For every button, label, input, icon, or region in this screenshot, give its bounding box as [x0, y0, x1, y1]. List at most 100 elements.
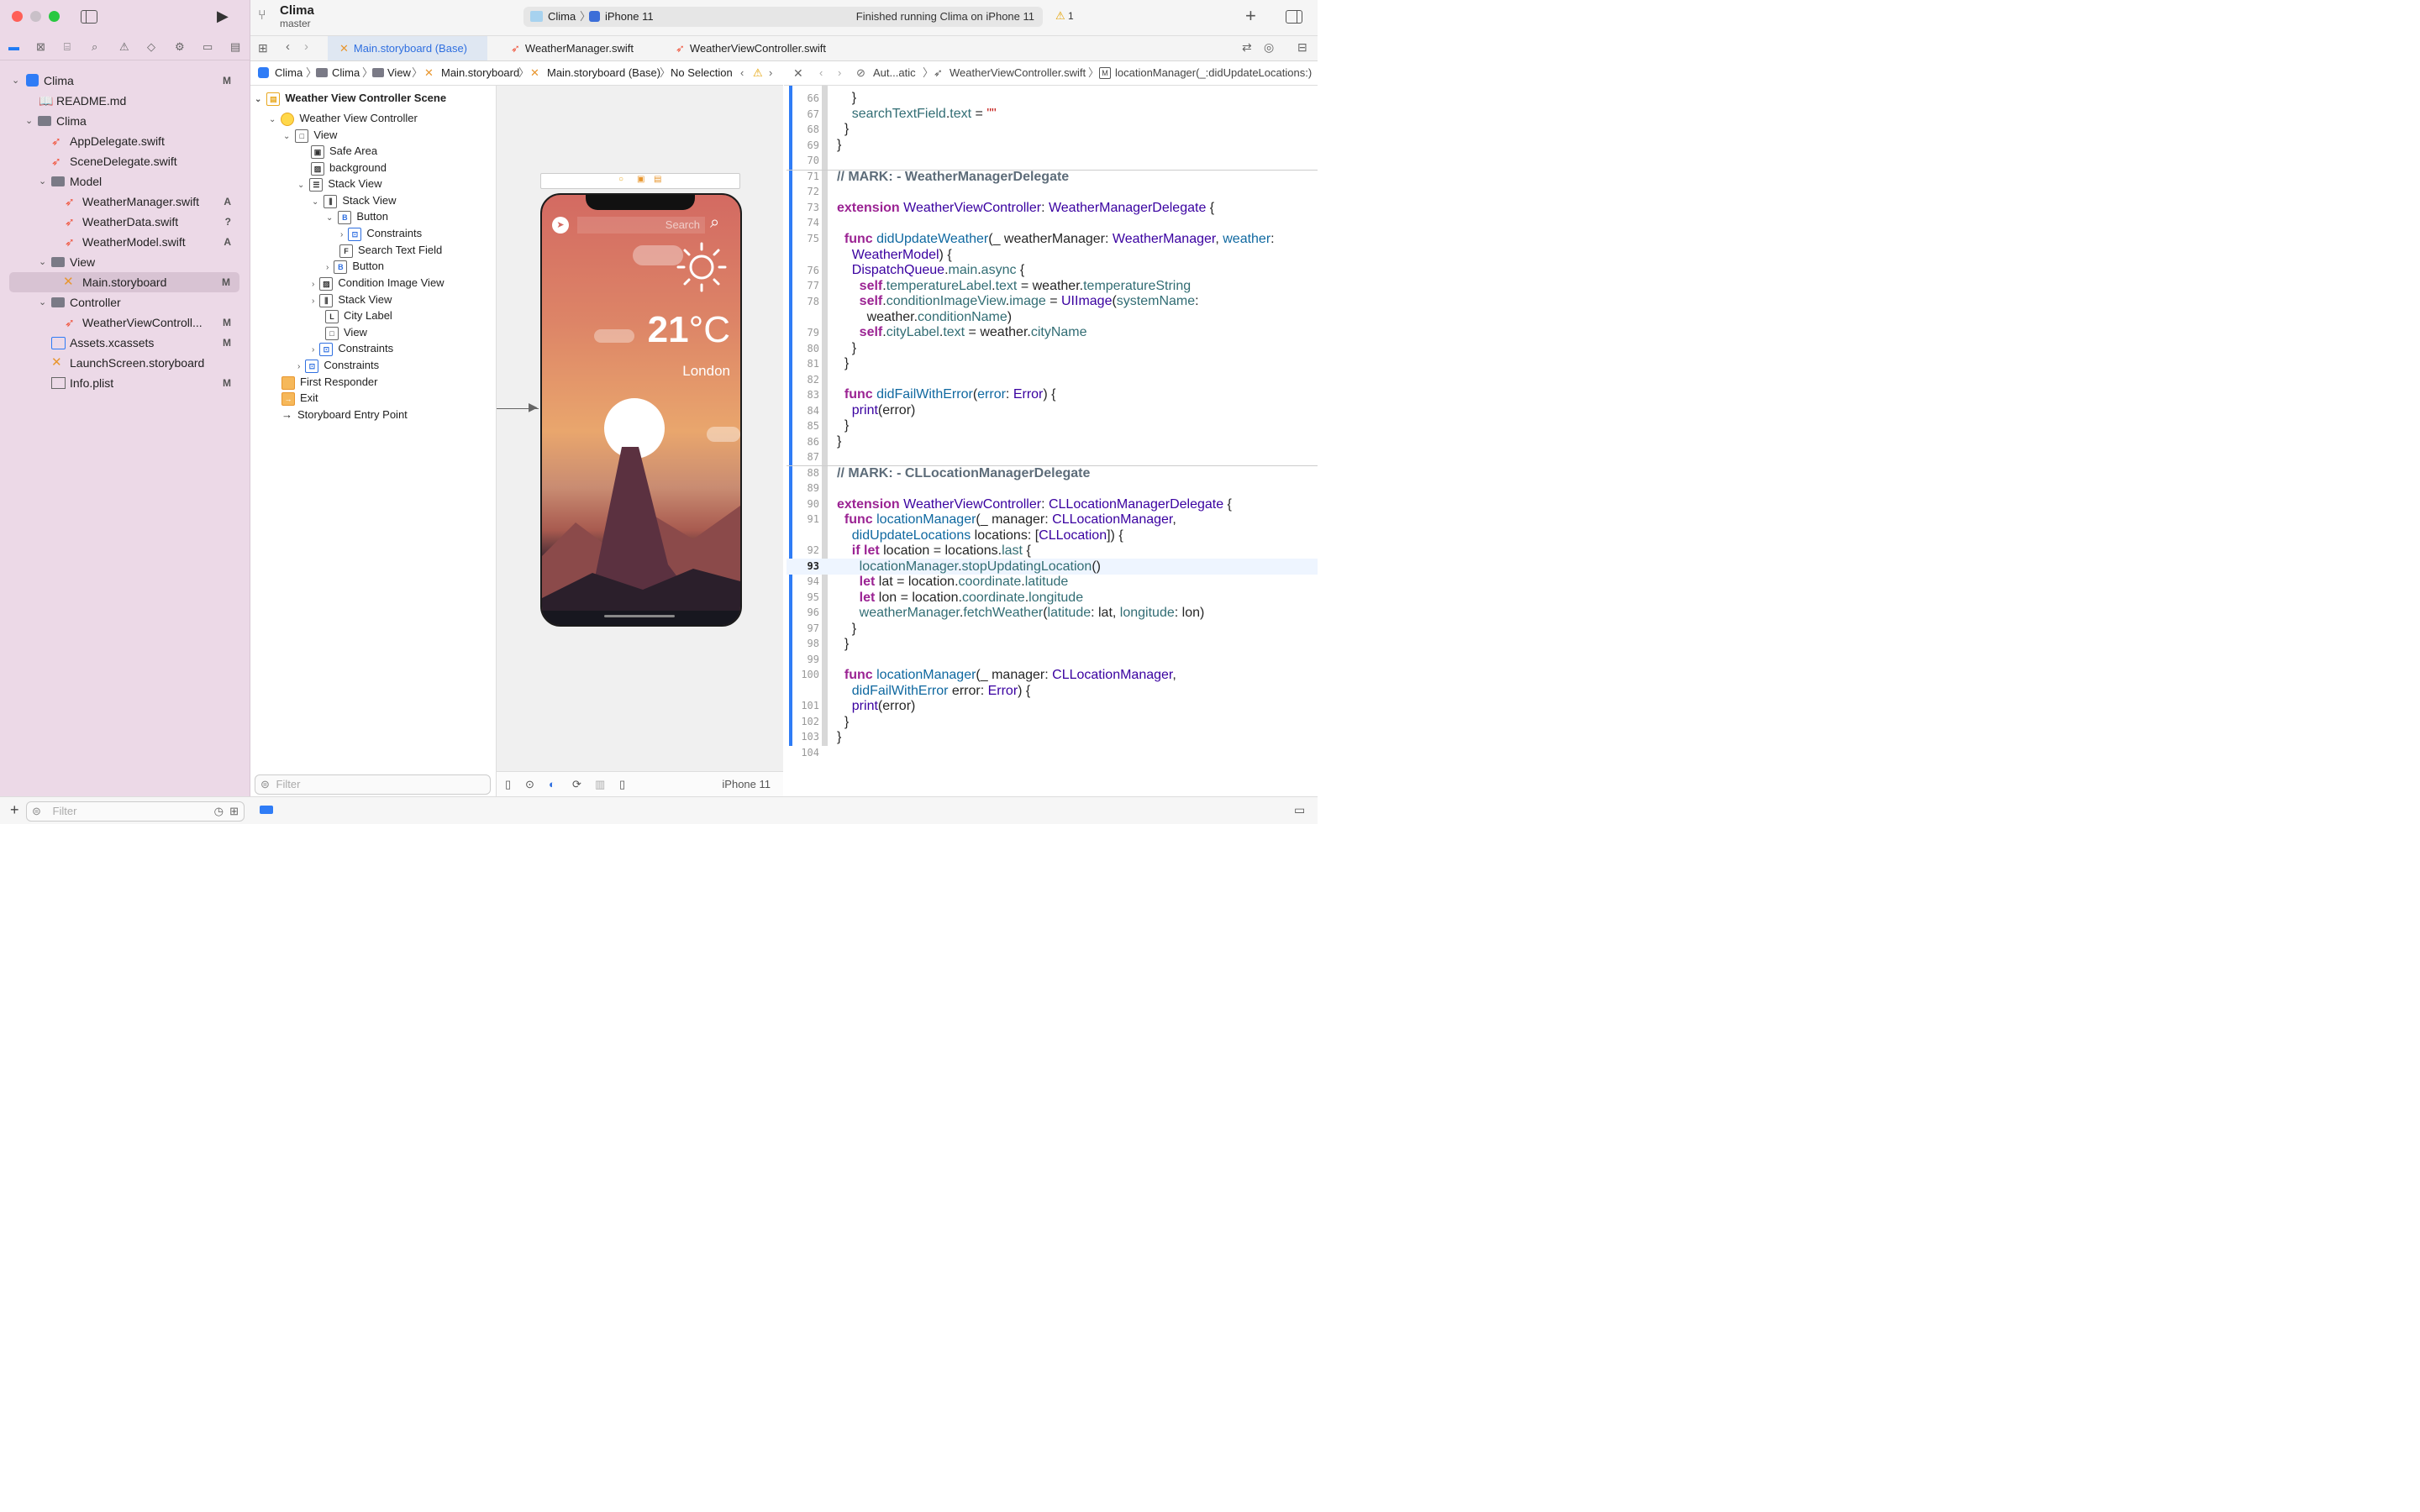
scene-dock[interactable]: ○ ▣ ▤: [540, 173, 740, 189]
next-issue-icon[interactable]: ›: [769, 61, 772, 85]
add-icon[interactable]: +: [1245, 5, 1256, 27]
outline-item-scene[interactable]: ⌄ ▤ Weather View Controller Scene: [255, 90, 446, 107]
destination-selector[interactable]: iPhone 11: [605, 7, 654, 27]
exit-dock-icon[interactable]: ▤: [654, 175, 661, 184]
grid-icon[interactable]: ⊞: [258, 41, 268, 55]
nav-item-weatherdata[interactable]: ➶ WeatherData.swift ?: [0, 212, 250, 232]
breadcrumb[interactable]: Clima: [332, 61, 360, 85]
prev-issue-icon[interactable]: ‹: [740, 61, 744, 85]
forward-icon[interactable]: ›: [838, 61, 841, 85]
close-icon[interactable]: ✕: [793, 61, 803, 85]
accessibility-icon[interactable]: ⊙: [525, 772, 534, 797]
nav-item-view-group[interactable]: ⌄ View: [0, 252, 250, 272]
nav-item-model-group[interactable]: ⌄ Model: [0, 171, 250, 192]
outline-item-button[interactable]: ⌄ B Button: [326, 208, 388, 225]
outline-item-stack-view-inner[interactable]: ⌄ ⫼ Stack View: [312, 192, 396, 209]
search-icon[interactable]: ⌕: [92, 40, 97, 54]
report-icon[interactable]: ▤: [230, 40, 240, 54]
back-icon[interactable]: ‹: [286, 39, 290, 54]
outline-filter-field[interactable]: ⊜ Filter: [255, 774, 491, 795]
source-control-icon[interactable]: ⊠: [36, 40, 45, 54]
nav-item-appdelegate[interactable]: ➶ AppDelegate.swift: [0, 131, 250, 151]
outline-item-vc[interactable]: ⌄ Weather View Controller: [269, 110, 418, 127]
breadcrumb[interactable]: WeatherViewController.swift: [950, 61, 1086, 85]
nav-item-launchscreen[interactable]: ✕ LaunchScreen.storyboard: [0, 353, 250, 373]
breadcrumb[interactable]: View: [387, 61, 411, 85]
issue-icon[interactable]: ⚠: [119, 40, 129, 54]
nav-item-readme[interactable]: 📖 README.md: [0, 91, 250, 111]
nav-item-weathermodel[interactable]: ➶ WeatherModel.swift A: [0, 232, 250, 252]
search-text-field[interactable]: Search: [577, 217, 705, 234]
tab-main-storyboard[interactable]: ✕ Main.storyboard (Base): [328, 36, 487, 60]
nav-item-main-storyboard[interactable]: ✕ Main.storyboard M: [9, 272, 239, 292]
zoom-window-button[interactable]: [49, 11, 60, 22]
location-button[interactable]: ➤: [552, 217, 569, 234]
outline-item-constraints[interactable]: › ⊡ Constraints: [340, 225, 422, 242]
folder-icon[interactable]: ▬: [8, 40, 19, 53]
breadcrumb[interactable]: Aut...atic: [873, 61, 916, 85]
nav-item-controller-group[interactable]: ⌄ Controller: [0, 292, 250, 312]
toggle-inspector-icon[interactable]: [1286, 10, 1302, 24]
outline-item-constraints-3[interactable]: › ⊡ Constraints: [297, 357, 379, 374]
nav-item-project[interactable]: ⌄ Clima M: [0, 71, 250, 91]
close-window-button[interactable]: [12, 11, 23, 22]
breadcrumb[interactable]: locationManager(_:didUpdateLocations:): [1115, 61, 1312, 85]
scheme-selector[interactable]: Clima: [548, 7, 576, 27]
outline-item-stack-view-temp[interactable]: › ⫼ Stack View: [312, 291, 392, 308]
device-label[interactable]: iPhone 11: [722, 772, 771, 797]
nav-item-clima-group[interactable]: ⌄ Clima: [0, 111, 250, 131]
nav-item-assets[interactable]: Assets.xcassets M: [0, 333, 250, 353]
nav-item-infoplist[interactable]: Info.plist M: [0, 373, 250, 393]
adjust-editor-icon[interactable]: ◎: [1264, 40, 1274, 55]
branch-name[interactable]: master: [280, 18, 311, 29]
recent-files-icon[interactable]: ◷: [214, 802, 224, 821]
outline-item-view[interactable]: ⌄ □ View: [283, 127, 337, 144]
breakpoints-toggle-icon[interactable]: [260, 806, 273, 814]
split-editor-icon[interactable]: ⊟: [1297, 40, 1307, 55]
outline-item-exit[interactable]: → Exit: [281, 390, 318, 407]
outline-item-safe-area[interactable]: ▣ Safe Area: [311, 143, 377, 160]
run-button[interactable]: ▶: [217, 8, 229, 25]
breadcrumb[interactable]: No Selection: [671, 61, 733, 85]
orientation-icon[interactable]: ⟳: [572, 772, 581, 797]
outline-item-constraints-2[interactable]: › ⊡ Constraints: [312, 340, 393, 357]
warning-count[interactable]: 1: [1068, 10, 1074, 22]
appearance-icon[interactable]: ◐: [549, 772, 555, 797]
outline-item-button-2[interactable]: › B Button: [326, 258, 384, 275]
nav-item-scenedelegate[interactable]: ➶ SceneDelegate.swift: [0, 151, 250, 171]
nav-item-weathermanager[interactable]: ➶ WeatherManager.swift A: [0, 192, 250, 212]
breadcrumb[interactable]: Main.storyboard (Base): [547, 61, 660, 85]
navigator-filter-field[interactable]: ⊜ Filter ◷ ⊞: [26, 801, 245, 822]
breadcrumb[interactable]: Main.storyboard: [441, 61, 519, 85]
outline-item-entry-point[interactable]: → Storyboard Entry Point: [281, 407, 408, 423]
outline-item-city-label[interactable]: L City Label: [325, 307, 392, 324]
debug-icon[interactable]: ⚙: [175, 40, 185, 54]
outline-item-stack-view[interactable]: ⌄ ☰ Stack View: [297, 176, 381, 192]
tab-weatherviewcontroller[interactable]: ➶ WeatherViewController.swift: [667, 36, 835, 60]
back-icon[interactable]: ‹: [819, 61, 823, 85]
symbol-icon[interactable]: ⌸: [64, 40, 71, 54]
scm-filter-icon[interactable]: ⊞: [229, 802, 239, 821]
nav-item-weatherviewcontroller[interactable]: ➶ WeatherViewControll... M: [0, 312, 250, 333]
breadcrumb[interactable]: Clima: [275, 61, 302, 85]
tab-weathermanager[interactable]: ➶ WeatherManager.swift: [502, 36, 654, 60]
breakpoint-icon[interactable]: ▭: [203, 40, 213, 54]
outline-item-search-field[interactable]: F Search Text Field: [339, 242, 442, 259]
forward-icon[interactable]: ›: [304, 39, 308, 54]
related-items-icon[interactable]: ⇄: [1242, 40, 1252, 55]
vc-dock-icon[interactable]: ○: [618, 175, 623, 184]
warning-icon[interactable]: ⚠: [753, 61, 763, 85]
outline-item-condition-image[interactable]: › ▨ Condition Image View: [312, 275, 445, 291]
device-config-icon[interactable]: ▯: [619, 772, 625, 797]
outline-item-first-responder[interactable]: First Responder: [281, 374, 377, 391]
minimize-window-button[interactable]: [30, 11, 41, 22]
debug-area-toggle-icon[interactable]: ▭: [1294, 803, 1305, 817]
toggle-outline-icon[interactable]: ▯: [505, 772, 511, 797]
responder-dock-icon[interactable]: ▣: [637, 175, 644, 184]
add-file-icon[interactable]: +: [10, 801, 19, 819]
layout-icon[interactable]: ▥: [595, 772, 605, 797]
test-icon[interactable]: ◇: [147, 40, 155, 54]
search-icon[interactable]: ⌕: [710, 213, 719, 233]
toggle-navigator-icon[interactable]: [81, 10, 97, 24]
outline-item-background[interactable]: ▨ background: [311, 160, 387, 176]
